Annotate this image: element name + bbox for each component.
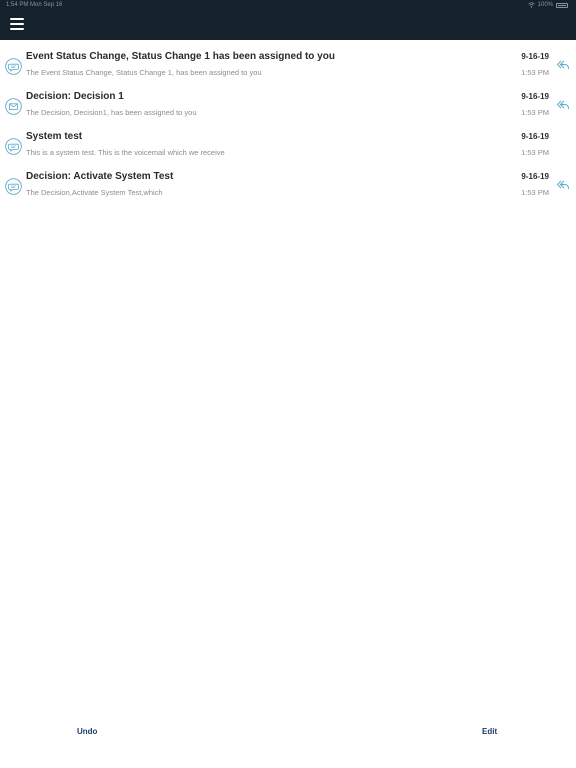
message-title: Event Status Change, Status Change 1 has… [26, 51, 335, 62]
battery-icon [556, 2, 568, 8]
edit-button[interactable]: Edit [482, 727, 497, 736]
message-row[interactable]: Decision: Decision 1 The Decision, Decisi… [0, 88, 576, 128]
battery-percent: 100% [537, 2, 553, 8]
message-title: Decision: Activate System Test [26, 171, 174, 182]
message-time: 1:53 PM [521, 148, 549, 157]
reply-icon[interactable] [556, 59, 570, 71]
message-time: 1:53 PM [521, 108, 549, 117]
reply-icon[interactable] [556, 179, 570, 191]
message-date: 9-16-19 [521, 52, 549, 61]
speech-bubble-icon [5, 58, 22, 75]
speech-bubble-icon [5, 138, 22, 155]
message-time: 1:53 PM [521, 68, 549, 77]
status-bar: 1:54 PM Mon Sep 16 100% [0, 0, 576, 10]
speech-bubble-icon [5, 178, 22, 195]
bottom-toolbar: Undo Edit [0, 722, 576, 744]
reply-icon[interactable] [556, 99, 570, 111]
message-date: 9-16-19 [521, 132, 549, 141]
message-row[interactable]: System test This is a system test. This i… [0, 128, 576, 168]
message-date: 9-16-19 [521, 92, 549, 101]
message-row[interactable]: Decision: Activate System Test The Decisi… [0, 168, 576, 208]
message-preview: The Event Status Change, Status Change 1… [26, 68, 262, 77]
message-row[interactable]: Event Status Change, Status Change 1 has… [0, 48, 576, 88]
message-preview: The Decision,Activate System Test,which [26, 188, 163, 197]
message-preview: This is a system test. This is the voice… [26, 148, 225, 157]
hamburger-menu-icon[interactable] [10, 18, 24, 30]
status-time-date: 1:54 PM Mon Sep 16 [6, 2, 63, 8]
message-date: 9-16-19 [521, 172, 549, 181]
message-list: Event Status Change, Status Change 1 has… [0, 48, 576, 208]
message-time: 1:53 PM [521, 188, 549, 197]
undo-button[interactable]: Undo [77, 727, 97, 736]
message-title: Decision: Decision 1 [26, 91, 124, 102]
status-right-group: 100% [527, 0, 568, 10]
wifi-icon [527, 2, 535, 8]
envelope-icon [5, 98, 22, 115]
app-header: 1:54 PM Mon Sep 16 100% [0, 0, 576, 40]
message-title: System test [26, 131, 83, 142]
app-root: 1:54 PM Mon Sep 16 100% Event Status Cha… [0, 0, 576, 768]
message-preview: The Decision, Decision1, has been assign… [26, 108, 197, 117]
